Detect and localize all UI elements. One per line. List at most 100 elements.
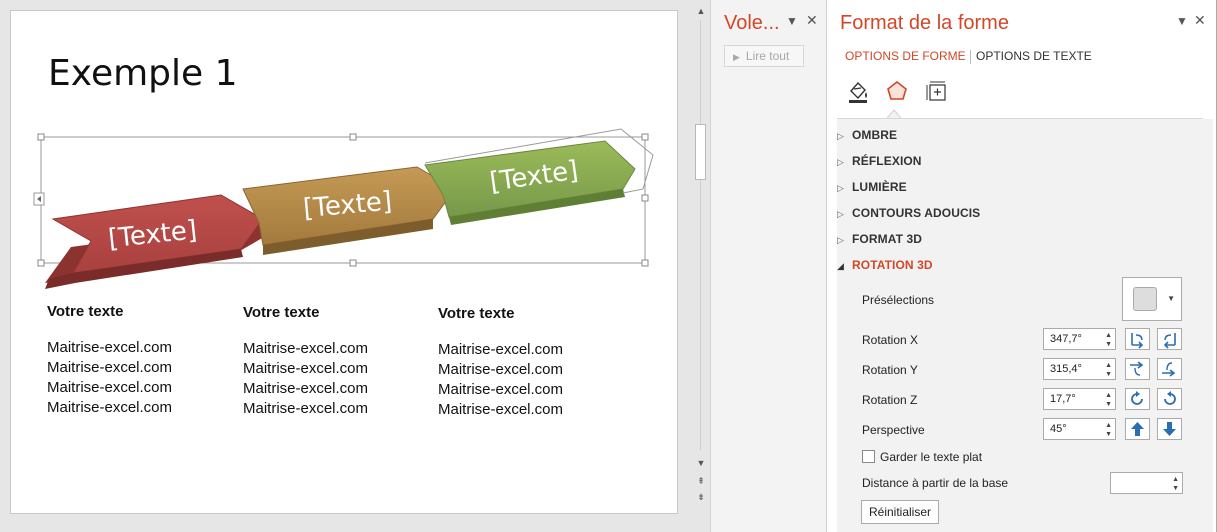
spin-down-icon[interactable]: ▼ [1105,431,1112,438]
scroll-thumb[interactable] [695,124,706,180]
reset-button[interactable]: Réinitialiser [861,500,939,524]
column-line: Maitrise-excel.com [243,360,369,377]
section-reflection[interactable]: ▷ RÉFLEXION [837,154,922,168]
rotation-z-label: Rotation Z [862,393,918,407]
keep-text-flat-label[interactable]: Garder le texte plat [880,450,982,464]
collapse-icon: ◢ [837,261,845,271]
spin-down-icon[interactable]: ▼ [1105,371,1112,378]
column-line: Maitrise-excel.com [243,400,369,417]
play-icon: ▶ [733,52,740,62]
read-all-label: Lire tout [745,49,790,63]
rotate-clockwise-icon [1131,391,1143,405]
fill-line-icon[interactable] [845,77,871,105]
voice-pane-title: Vole... [724,12,780,34]
spin-up-icon[interactable]: ▲ [1105,422,1112,429]
scroll-down-icon[interactable]: ▼ [694,456,708,470]
rotation-z-value: 17,7° [1050,393,1076,405]
presets-label: Présélections [862,293,935,307]
smartart-arrows[interactable]: [Texte] [Texte] [Texte] [31,123,671,303]
section-glow[interactable]: ▷ LUMIÈRE [837,180,907,194]
column-line: Maitrise-excel.com [243,340,369,357]
rotate-left-button[interactable] [1125,328,1150,350]
column-heading: Votre texte [243,304,320,321]
rotation-y-spinner[interactable]: 315,4° ▲ ▼ [1043,358,1116,380]
spin-down-icon[interactable]: ▼ [1172,485,1179,492]
vertical-scrollbar[interactable]: ▲ ▼ ⇞ ⇟ [692,0,710,532]
text-column-1[interactable]: Votre texte Maitrise-excel.com Maitrise-… [47,303,172,418]
column-line: Maitrise-excel.com [438,401,564,418]
column-heading: Votre texte [47,303,124,320]
rotate-up-button[interactable] [1125,358,1150,380]
section-soft-edges[interactable]: ▷ CONTOURS ADOUCIS [837,206,980,220]
spin-down-icon[interactable]: ▼ [1105,341,1112,348]
spin-up-icon[interactable]: ▲ [1105,332,1112,339]
expand-icon: ▷ [837,183,845,193]
rotate-clockwise-button[interactable] [1125,388,1150,410]
rotate-up-icon [1130,361,1144,376]
distance-spinner[interactable]: ▲ ▼ [1110,472,1183,494]
tab-shape-options[interactable]: OPTIONS DE FORME [845,49,966,63]
text-column-2[interactable]: Votre texte Maitrise-excel.com Maitrise-… [243,304,368,419]
arrow-down-icon [1163,422,1176,436]
rotate-counterclockwise-button[interactable] [1157,388,1182,410]
text-column-3[interactable]: Votre texte Maitrise-excel.com Maitrise-… [438,305,563,420]
close-icon[interactable]: ✕ [806,12,818,29]
decrease-perspective-button[interactable] [1157,418,1182,440]
rotation-x-value: 347,7° [1050,333,1082,345]
spin-down-icon[interactable]: ▼ [1105,401,1112,408]
keep-text-flat-checkbox[interactable] [862,450,875,463]
rotation-x-spinner[interactable]: 347,7° ▲ ▼ [1043,328,1116,350]
format-pane-title: Format de la forme [840,12,1009,34]
rotation-y-value: 315,4° [1050,363,1082,375]
rotate-left-icon [1131,333,1144,349]
perspective-label: Perspective [862,423,925,437]
expand-icon: ▷ [837,235,845,245]
scroll-up-icon[interactable]: ▲ [694,4,708,18]
scroll-track[interactable] [700,20,701,450]
arrow-up-icon [1131,422,1144,436]
collapse-arrow-icon[interactable] [33,192,45,206]
rotate-down-button[interactable] [1157,358,1182,380]
section-shadow[interactable]: ▷ OMBRE [837,128,897,142]
section-3d-rotation[interactable]: ◢ ROTATION 3D [837,258,933,272]
column-line: Maitrise-excel.com [47,359,173,376]
perspective-spinner[interactable]: 45° ▲ ▼ [1043,418,1116,440]
increase-perspective-button[interactable] [1125,418,1150,440]
chevron-down-icon: ▼ [1167,294,1175,303]
rotation-y-label: Rotation Y [862,363,918,377]
pane-options-icon[interactable]: ▼ [1176,14,1188,28]
next-slide-icon[interactable]: ⇟ [694,490,708,504]
section-3d-format[interactable]: ▷ FORMAT 3D [837,232,922,246]
column-line: Maitrise-excel.com [438,341,564,358]
pane-options-icon[interactable]: ▼ [786,14,798,28]
rotate-counterclockwise-icon [1164,391,1176,405]
spin-up-icon[interactable]: ▲ [1105,392,1112,399]
tab-text-options[interactable]: OPTIONS DE TEXTE [976,49,1092,63]
presets-dropdown[interactable]: ▼ [1122,277,1182,321]
column-line: Maitrise-excel.com [438,361,564,378]
rotate-right-button[interactable] [1157,328,1182,350]
spin-up-icon[interactable]: ▲ [1105,362,1112,369]
column-line: Maitrise-excel.com [243,380,369,397]
distance-label: Distance à partir de la base [862,476,1009,490]
rotate-right-icon [1163,333,1176,349]
slide-title[interactable]: Exemple 1 [48,53,238,94]
rotate-down-icon [1162,362,1176,377]
tab-separator [970,50,971,64]
slide-canvas[interactable]: Exemple 1 [Texte] [Texte] [Texte] Votre … [10,10,678,514]
active-tab-indicator [887,109,901,118]
close-icon[interactable]: ✕ [1194,12,1206,29]
rotation-z-spinner[interactable]: 17,7° ▲ ▼ [1043,388,1116,410]
previous-slide-icon[interactable]: ⇞ [694,474,708,488]
rotation-x-label: Rotation X [862,333,919,347]
column-line: Maitrise-excel.com [438,381,564,398]
size-properties-icon[interactable] [924,77,950,105]
effects-icon[interactable] [884,77,910,105]
format-shape-pane: Format de la forme ▼ ✕ OPTIONS DE FORME … [827,0,1217,532]
column-heading: Votre texte [438,305,515,322]
preset-preview [1133,287,1157,311]
expand-icon: ▷ [837,131,845,141]
spin-up-icon[interactable]: ▲ [1172,476,1179,483]
read-all-button[interactable]: ▶ Lire tout [724,45,804,67]
slide-stage: Exemple 1 [Texte] [Texte] [Texte] Votre … [0,0,692,532]
